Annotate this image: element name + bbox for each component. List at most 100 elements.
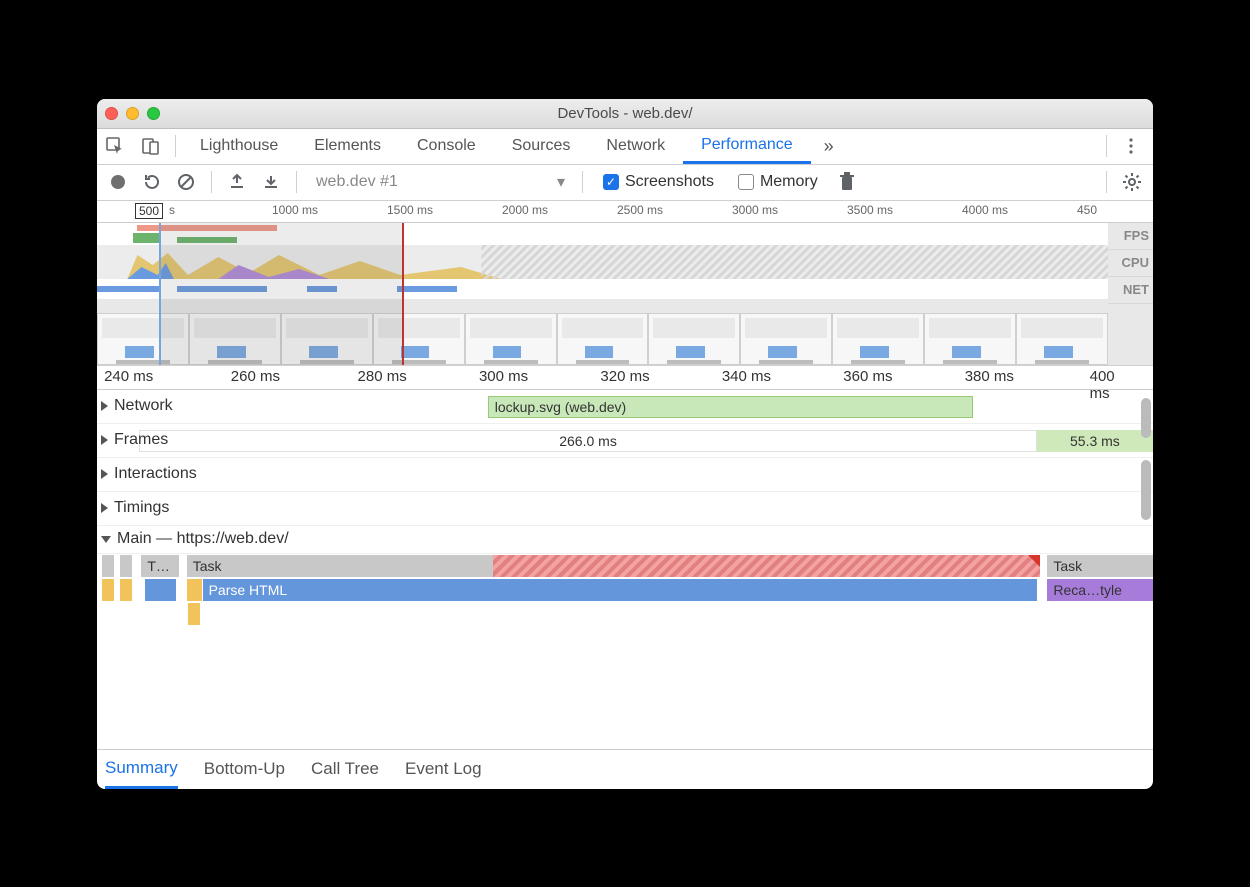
window-title: DevTools - web.dev/	[97, 105, 1153, 122]
recording-select[interactable]: web.dev #1	[307, 169, 572, 195]
memory-toggle[interactable]: Memory	[738, 173, 818, 191]
track-network[interactable]: Network lockup.svg (web.dev)	[97, 390, 1153, 424]
track-label: Timings	[114, 499, 169, 517]
tab-network[interactable]: Network	[588, 128, 683, 164]
collapse-icon[interactable]	[101, 536, 111, 543]
flame-parse-html[interactable]: Parse HTML	[203, 579, 1037, 601]
cpu-label: CPU	[1108, 250, 1153, 277]
overview-ruler: 500 s 1000 ms 1500 ms 2000 ms 2500 ms 30…	[97, 201, 1153, 223]
load-profile-button[interactable]	[222, 167, 252, 197]
screenshot-thumb[interactable]	[924, 313, 1016, 365]
flame-script[interactable]	[187, 579, 202, 601]
gc-button[interactable]	[832, 167, 862, 197]
track-label: Network	[114, 397, 173, 415]
flame-task[interactable]	[120, 555, 132, 577]
net-label: NET	[1108, 277, 1153, 304]
overview-highlight-ms: 500	[135, 203, 163, 219]
clear-button[interactable]	[171, 167, 201, 197]
screenshot-thumb[interactable]	[648, 313, 740, 365]
screenshot-thumb[interactable]	[557, 313, 649, 365]
separator	[296, 171, 297, 193]
expand-icon[interactable]	[101, 401, 108, 411]
separator	[582, 171, 583, 193]
expand-icon[interactable]	[101, 503, 108, 513]
window-controls	[105, 107, 160, 120]
record-button[interactable]	[103, 167, 133, 197]
track-label: Main — https://web.dev/	[117, 530, 289, 548]
screenshots-label: Screenshots	[625, 173, 714, 191]
details-tab-call-tree[interactable]: Call Tree	[311, 749, 379, 789]
separator	[1106, 171, 1107, 193]
details-tab-bottom-up[interactable]: Bottom-Up	[204, 749, 285, 789]
screenshot-thumb[interactable]	[832, 313, 924, 365]
separator	[175, 135, 176, 157]
screenshot-thumb[interactable]	[1016, 313, 1108, 365]
track-timings[interactable]: Timings	[97, 492, 1153, 526]
settings-button[interactable]	[1117, 167, 1147, 197]
overview-lane-labels: FPS CPU NET	[1108, 223, 1153, 304]
fps-label: FPS	[1108, 223, 1153, 250]
track-interactions[interactable]: Interactions	[97, 458, 1153, 492]
overview-pane[interactable]: 500 s 1000 ms 1500 ms 2000 ms 2500 ms 30…	[97, 201, 1153, 366]
details-tab-event-log[interactable]: Event Log	[405, 749, 482, 789]
minimize-window-button[interactable]	[126, 107, 139, 120]
flame-parse[interactable]	[145, 579, 177, 601]
performance-toolbar: web.dev #1 ✓ Screenshots Memory	[97, 165, 1153, 201]
flame-script[interactable]	[102, 579, 114, 601]
flame-task[interactable]	[102, 555, 114, 577]
save-profile-button[interactable]	[256, 167, 286, 197]
tab-console[interactable]: Console	[399, 128, 494, 164]
network-request-bar[interactable]: lockup.svg (web.dev)	[488, 396, 974, 418]
flame-task[interactable]: Task	[187, 555, 493, 577]
long-task-warning-icon	[1028, 555, 1040, 567]
flame-task-long[interactable]	[493, 555, 1040, 577]
track-label: Frames	[114, 431, 168, 449]
tab-performance[interactable]: Performance	[683, 128, 811, 164]
flame-task[interactable]: Task	[1047, 555, 1153, 577]
timeline-ruler: 240 ms 260 ms 280 ms 300 ms 320 ms 340 m…	[97, 366, 1153, 390]
more-tabs-icon[interactable]: »	[811, 128, 847, 164]
frame-bar[interactable]: 266.0 ms	[139, 430, 1037, 452]
flame-recalc-style[interactable]: Reca…tyle	[1047, 579, 1153, 601]
tab-elements[interactable]: Elements	[296, 128, 399, 164]
screenshots-toggle[interactable]: ✓ Screenshots	[603, 173, 714, 191]
separator	[1106, 135, 1107, 157]
details-tab-summary[interactable]: Summary	[105, 749, 178, 789]
separator	[211, 171, 212, 193]
frame-bar[interactable]: 55.3 ms	[1037, 430, 1153, 452]
track-frames[interactable]: Frames 266.0 ms 55.3 ms	[97, 424, 1153, 458]
screenshot-thumb[interactable]	[465, 313, 557, 365]
frame-duration: 266.0 ms	[559, 433, 617, 449]
titlebar: DevTools - web.dev/	[97, 99, 1153, 129]
checkbox-checked-icon: ✓	[603, 174, 619, 190]
panel-tabs: Lighthouse Elements Console Sources Netw…	[97, 129, 1153, 165]
expand-icon[interactable]	[101, 469, 108, 479]
flame-task[interactable]: T…	[141, 555, 179, 577]
tab-sources[interactable]: Sources	[494, 128, 589, 164]
timeline-pane: 240 ms 260 ms 280 ms 300 ms 320 ms 340 m…	[97, 366, 1153, 749]
flame-script[interactable]	[120, 579, 132, 601]
screenshot-thumb[interactable]	[740, 313, 832, 365]
track-main[interactable]: Main — https://web.dev/	[97, 526, 1153, 554]
memory-label: Memory	[760, 173, 818, 191]
details-tabs: Summary Bottom-Up Call Tree Event Log	[97, 749, 1153, 789]
vertical-scrollbar[interactable]	[1141, 398, 1151, 438]
flame-script[interactable]	[188, 603, 200, 625]
devtools-window: DevTools - web.dev/ Lighthouse Elements …	[97, 99, 1153, 789]
kebab-menu-icon[interactable]	[1113, 128, 1149, 164]
expand-icon[interactable]	[101, 435, 108, 445]
device-toolbar-icon[interactable]	[133, 128, 169, 164]
maximize-window-button[interactable]	[147, 107, 160, 120]
vertical-scrollbar[interactable]	[1141, 460, 1151, 520]
timeline-tracks[interactable]: Network lockup.svg (web.dev) Frames 266.…	[97, 390, 1153, 749]
checkbox-unchecked-icon	[738, 174, 754, 190]
close-window-button[interactable]	[105, 107, 118, 120]
frame-duration: 55.3 ms	[1070, 433, 1120, 449]
reload-record-button[interactable]	[137, 167, 167, 197]
main-thread-flamechart[interactable]: T… Task Task Parse HTML Reca…tyle	[97, 554, 1153, 706]
recording-name: web.dev #1	[316, 173, 398, 191]
inspect-element-icon[interactable]	[97, 128, 133, 164]
network-request-label: lockup.svg (web.dev)	[495, 399, 627, 415]
tab-lighthouse[interactable]: Lighthouse	[182, 128, 296, 164]
overview-selection[interactable]	[159, 223, 404, 365]
